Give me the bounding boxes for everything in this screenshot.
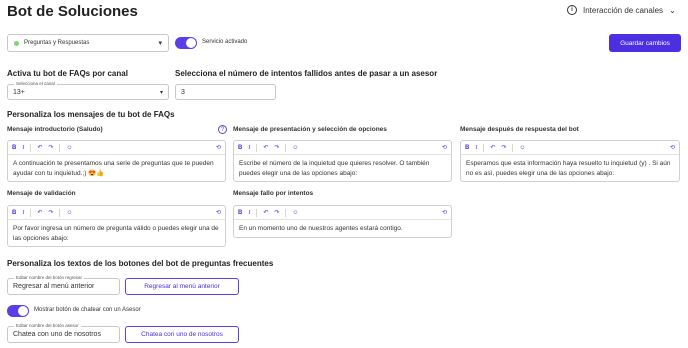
toggle-knob [18, 306, 28, 316]
reset-icon[interactable]: ⟲ [670, 144, 675, 151]
status-dot-icon [14, 40, 19, 46]
validation-editor[interactable]: B I ↶ ↷ ☺ ⟲ Por favor ingresa un número … [7, 205, 226, 247]
bot-type-select[interactable]: Preguntas y Respuestas ▾ [7, 34, 169, 52]
divider [256, 208, 258, 217]
editor-toolbar: B I ↶ ↷ ☺ ⟲ [8, 206, 225, 220]
editor-toolbar: B I ↶ ↷ ☺ ⟲ [234, 206, 451, 220]
bold-icon[interactable]: B [238, 210, 242, 216]
presentation-title: Mensaje de presentación y selección de o… [233, 126, 387, 133]
undo-icon[interactable]: ↶ [490, 144, 495, 151]
bold-icon[interactable]: B [238, 145, 242, 151]
attempts-input[interactable]: 3 [175, 84, 276, 100]
advisor-button-name-value: Chatea con uno de nosotros [13, 331, 101, 338]
divider [59, 208, 61, 217]
italic-icon[interactable]: I [475, 145, 477, 151]
advisor-button-name-input[interactable]: Chatea con uno de nosotros [7, 326, 120, 343]
validation-text[interactable]: Por favor ingresa un número de pregunta … [8, 220, 225, 248]
attempts-heading: Selecciona el número de intentos fallido… [175, 69, 438, 78]
caret-down-icon: ▾ [159, 89, 163, 96]
help-icon[interactable]: ? [218, 125, 227, 134]
redo-icon[interactable]: ↷ [274, 144, 279, 151]
service-toggle[interactable] [175, 37, 197, 49]
divider [512, 143, 514, 152]
divider [256, 143, 258, 152]
italic-icon[interactable]: I [22, 210, 24, 216]
after-title: Mensaje después de respuesta del bot [460, 126, 579, 133]
undo-icon[interactable]: ↶ [263, 144, 268, 151]
reset-icon[interactable]: ⟲ [216, 209, 221, 216]
back-button-name-input[interactable]: Regresar al menú anterior [7, 278, 120, 295]
divider [483, 143, 485, 152]
italic-icon[interactable]: I [248, 210, 250, 216]
italic-icon[interactable]: I [22, 145, 24, 151]
reset-icon[interactable]: ⟲ [442, 144, 447, 151]
attempts-value: 3 [181, 88, 185, 96]
page-title: Bot de Soluciones [7, 3, 138, 20]
redo-icon[interactable]: ↷ [274, 209, 279, 216]
presentation-editor[interactable]: B I ↶ ↷ ☺ ⟲ Escribe el número de la inqu… [233, 140, 452, 182]
channels-menu[interactable]: i Interacción de canales ⌄ [567, 5, 676, 15]
chat-advisor-toggle[interactable] [7, 305, 29, 317]
undo-icon[interactable]: ↶ [263, 209, 268, 216]
reset-icon[interactable]: ⟲ [442, 209, 447, 216]
emoji-icon[interactable]: ☺ [292, 210, 298, 216]
undo-icon[interactable]: ↶ [37, 209, 42, 216]
redo-icon[interactable]: ↷ [48, 209, 53, 216]
channel-floating-label: Selecciona el canal [14, 81, 57, 86]
back-preview-button[interactable]: Regresar al menú anterior [125, 278, 239, 295]
chat-advisor-label: Mostrar botón de chatear con un Asesor [34, 307, 141, 313]
emoji-icon[interactable]: ☺ [519, 145, 525, 151]
bot-type-value: Preguntas y Respuestas [24, 40, 90, 46]
presentation-text[interactable]: Escribe el número de la inquietud que qu… [234, 155, 451, 183]
bold-icon[interactable]: B [465, 145, 469, 151]
info-icon: i [567, 5, 577, 15]
back-floating-label: Editar nombre del botón regresar [14, 275, 85, 280]
toggle-knob [186, 38, 196, 48]
validation-title: Mensaje de validación [7, 190, 76, 197]
messages-heading: Personaliza los mensajes de tu bot de FA… [7, 110, 175, 119]
bold-icon[interactable]: B [12, 145, 16, 151]
back-button-name-value: Regresar al menú anterior [13, 283, 95, 290]
redo-icon[interactable]: ↷ [501, 144, 506, 151]
fail-editor[interactable]: B I ↶ ↷ ☺ ⟲ En un momento uno de nuestro… [233, 205, 452, 238]
divider [30, 208, 32, 217]
channels-label: Interacción de canales [583, 5, 664, 15]
emoji-icon[interactable]: ☺ [292, 145, 298, 151]
editor-toolbar: B I ↶ ↷ ☺ ⟲ [461, 141, 679, 155]
after-text[interactable]: Esperamos que esta información haya resu… [461, 155, 679, 183]
divider [59, 143, 61, 152]
intro-title: Mensaje introductorio (Saludo) [7, 126, 103, 133]
fail-text[interactable]: En un momento uno de nuestros agentes es… [234, 220, 451, 238]
service-label: Servicio activado [202, 39, 248, 45]
divider [285, 143, 287, 152]
advisor-preview-button[interactable]: Chatea con uno de nosotros [125, 326, 239, 343]
after-editor[interactable]: B I ↶ ↷ ☺ ⟲ Esperamos que esta informaci… [460, 140, 680, 182]
activation-heading: Activa tu bot de FAQs por canal [7, 69, 128, 78]
buttons-heading: Personaliza los textos de los botones de… [7, 259, 274, 268]
divider [30, 143, 32, 152]
reset-icon[interactable]: ⟲ [216, 144, 221, 151]
caret-down-icon: ▾ [158, 40, 162, 47]
channel-value: 13+ [13, 88, 25, 96]
fail-title: Mensaje fallo por intentos [233, 190, 314, 197]
chevron-down-icon: ⌄ [669, 5, 676, 15]
bold-icon[interactable]: B [12, 210, 16, 216]
divider [285, 208, 287, 217]
editor-toolbar: B I ↶ ↷ ☺ ⟲ [8, 141, 225, 155]
channel-select[interactable]: 13+ ▾ [7, 84, 169, 100]
emoji-icon[interactable]: ☺ [66, 210, 72, 216]
editor-toolbar: B I ↶ ↷ ☺ ⟲ [234, 141, 451, 155]
emoji-icon[interactable]: ☺ [66, 145, 72, 151]
intro-text[interactable]: A continuación te presentamos una serie … [8, 155, 225, 183]
intro-editor[interactable]: B I ↶ ↷ ☺ ⟲ A continuación te presentamo… [7, 140, 226, 182]
italic-icon[interactable]: I [248, 145, 250, 151]
save-button[interactable]: Guardar cambios [609, 34, 681, 52]
advisor-floating-label: Editar nombre del botón asesor [14, 323, 81, 328]
redo-icon[interactable]: ↷ [48, 144, 53, 151]
undo-icon[interactable]: ↶ [37, 144, 42, 151]
